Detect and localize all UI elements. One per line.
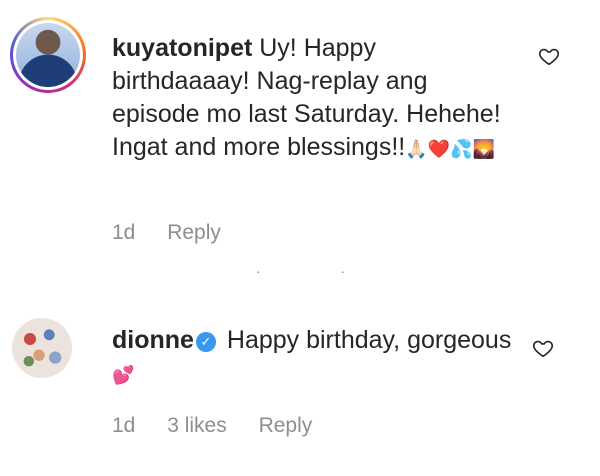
reply-button[interactable]: Reply	[167, 221, 221, 244]
comment-likes[interactable]: 3 likes	[167, 414, 227, 437]
comment-emoji: 💕	[112, 365, 135, 385]
comment-time: 1d	[112, 221, 136, 244]
heart-outline-icon[interactable]	[538, 45, 560, 67]
comment-body: dionne ✓ Happy birthday, gorgeous 💕	[112, 324, 512, 392]
comment-username[interactable]: dionne	[112, 326, 194, 354]
comment-body: kuyatonipet Uy! Happy birthdaaaay! Nag-r…	[112, 32, 512, 166]
heart-outline-icon[interactable]	[532, 337, 554, 359]
separator-dots: · ·	[256, 263, 384, 279]
comment-meta: 1d 3 likes Reply	[112, 414, 338, 438]
comment-text: Happy birthday, gorgeous	[226, 326, 512, 354]
verified-badge-icon: ✓	[195, 332, 216, 352]
reply-button[interactable]: Reply	[259, 414, 313, 437]
comment-username[interactable]: kuyatonipet	[112, 34, 252, 62]
comment-emoji: 🙏🏻❤️💦🌄	[405, 139, 495, 159]
avatar[interactable]	[10, 17, 86, 93]
view-replies-separator[interactable]: · ·	[256, 263, 383, 279]
comment-time: 1d	[112, 414, 136, 437]
comment-meta: 1d Reply	[112, 221, 247, 245]
avatar[interactable]	[12, 318, 72, 378]
